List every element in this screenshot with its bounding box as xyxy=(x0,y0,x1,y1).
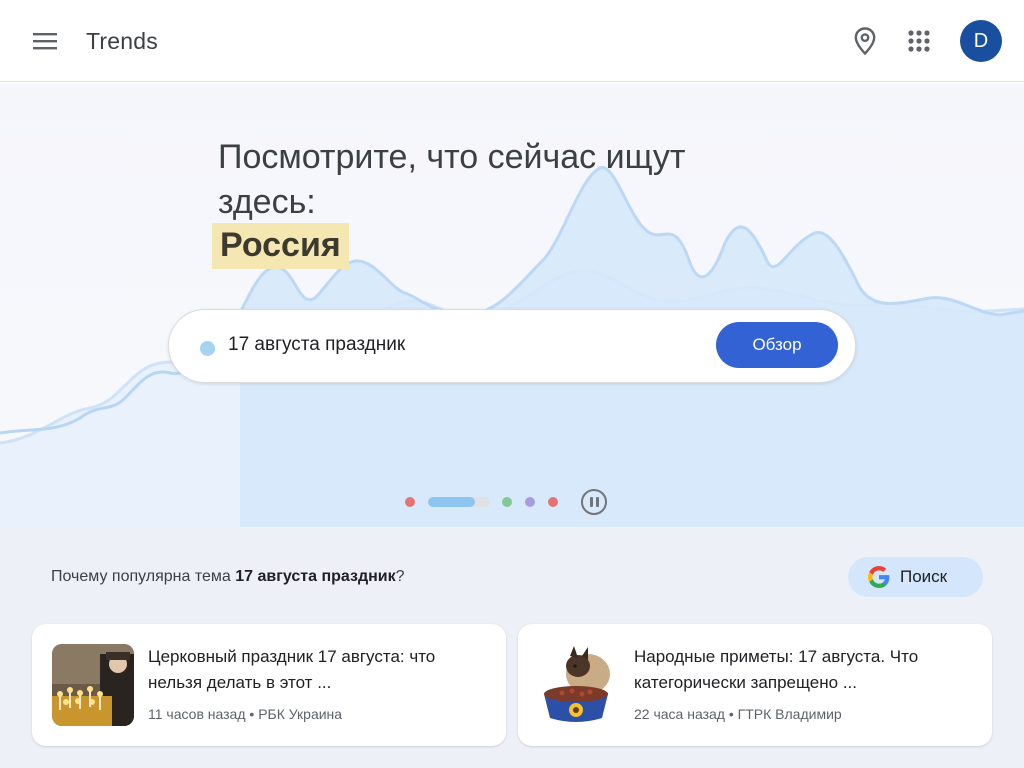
menu-icon xyxy=(33,33,57,50)
pause-button[interactable] xyxy=(581,489,607,515)
location-button[interactable] xyxy=(846,22,884,60)
question-topic: 17 августа праздник xyxy=(235,568,396,585)
google-search-label: Поиск xyxy=(900,567,948,586)
app-title[interactable]: Trends xyxy=(86,28,158,55)
carousel-dot-3[interactable] xyxy=(502,497,512,507)
article-source: ГТРК Владимир xyxy=(737,706,842,722)
trend-color-dot xyxy=(200,341,215,356)
article-meta: 22 часа назад • ГТРК Владимир xyxy=(634,706,842,722)
question-suffix: ? xyxy=(395,568,405,585)
carousel-progress[interactable] xyxy=(428,497,490,507)
article-thumbnail-cat-bowl xyxy=(538,644,620,726)
explore-button[interactable]: Обзор xyxy=(716,322,838,368)
why-trending-question: Почему популярна тема 17 августа праздни… xyxy=(51,568,405,586)
article-title: Народные приметы: 17 августа. Что катего… xyxy=(634,647,919,692)
carousel-indicators xyxy=(0,487,1024,517)
pause-icon xyxy=(589,497,593,507)
location-pin-icon xyxy=(854,27,876,55)
trending-search-pill[interactable]: 17 августа праздник Обзор xyxy=(168,309,856,383)
article-title: Церковный праздник 17 августа: что нельз… xyxy=(148,647,436,692)
article-source: РБК Украина xyxy=(258,706,343,722)
carousel-dot-1[interactable] xyxy=(405,497,415,507)
region-label[interactable]: Россия xyxy=(212,223,349,269)
account-avatar[interactable]: D xyxy=(960,20,1002,62)
article-card-1[interactable]: Церковный праздник 17 августа: что нельз… xyxy=(32,624,506,746)
article-card-2[interactable]: Народные приметы: 17 августа. Что катего… xyxy=(518,624,992,746)
carousel-dot-5[interactable] xyxy=(548,497,558,507)
top-app-bar: Trends D xyxy=(0,0,1024,82)
trending-search-term: 17 августа праздник xyxy=(228,334,406,355)
hero-section: Посмотрите, что сейчас ищут здесь: Росси… xyxy=(0,83,1024,527)
menu-button[interactable] xyxy=(26,22,64,60)
google-apps-button[interactable] xyxy=(900,22,938,60)
hero-headline: Посмотрите, что сейчас ищут здесь: xyxy=(218,138,686,221)
google-g-icon xyxy=(868,566,890,588)
carousel-progress-fill xyxy=(428,497,475,507)
google-search-button[interactable]: Поиск xyxy=(848,557,983,597)
carousel-dot-4[interactable] xyxy=(525,497,535,507)
apps-grid-icon xyxy=(908,30,930,52)
article-time: 22 часа назад xyxy=(634,706,725,722)
question-prefix: Почему популярна тема xyxy=(51,568,231,585)
article-time: 11 часов назад xyxy=(148,706,246,722)
pause-icon-bar xyxy=(595,497,599,507)
article-thumbnail-church-candles xyxy=(52,644,134,726)
article-meta: 11 часов назад • РБК Украина xyxy=(148,706,343,722)
related-news-section: Почему популярна тема 17 августа праздни… xyxy=(0,527,1024,768)
